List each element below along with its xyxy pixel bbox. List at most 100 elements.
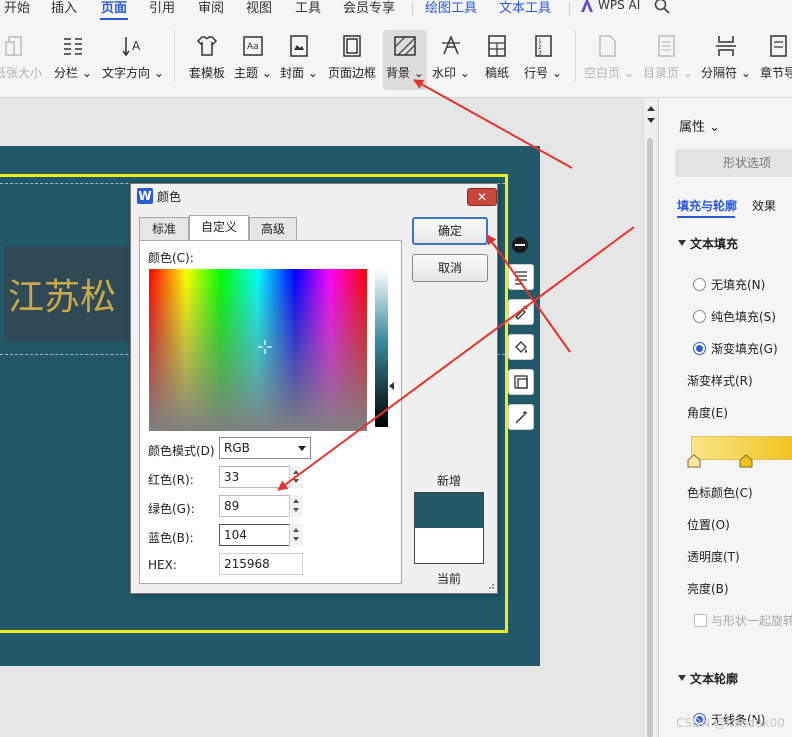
shape-style-button[interactable]	[508, 299, 534, 325]
page-border-button[interactable]: 页面边框	[326, 30, 378, 90]
brush-icon	[515, 305, 528, 320]
angle-label: 角度(E)	[687, 406, 728, 420]
no-fill-radio[interactable]	[693, 278, 706, 291]
columns-button[interactable]: 分栏 ⌄	[52, 30, 94, 90]
menu-tab-member[interactable]: 会员专享	[343, 0, 395, 16]
blue-label: 蓝色(B):	[148, 531, 194, 545]
text-direction-label: 文字方向 ⌄	[102, 66, 164, 80]
svg-text:A: A	[132, 39, 141, 53]
magic-wand-icon	[515, 410, 528, 424]
scroll-down-icon[interactable]	[647, 118, 655, 123]
tab-fill-outline[interactable]: 填充与轮廓	[677, 197, 737, 214]
wps-ai-icon[interactable]	[580, 0, 594, 13]
panel-title[interactable]: 属性 ⌄	[679, 116, 720, 135]
tab-effects[interactable]: 效果	[752, 197, 776, 214]
template-label: 套模板	[188, 66, 225, 80]
theme-button[interactable]: Aa 主题 ⌄	[234, 30, 272, 90]
close-button[interactable]: ✕	[467, 188, 497, 206]
layout-options-button[interactable]	[508, 264, 534, 290]
line-number-label: 行号 ⌄	[524, 66, 562, 80]
toc-page-label: 目录页 ⌄	[643, 66, 693, 80]
gradient-fill-radio[interactable]	[693, 342, 706, 355]
red-stepper[interactable]	[289, 466, 303, 488]
section-text-fill[interactable]: 文本填充	[690, 235, 738, 252]
color-label: 颜色(C):	[148, 251, 194, 265]
collapse-icon[interactable]	[512, 237, 528, 253]
menu-tab-insert[interactable]: 插入	[51, 0, 77, 16]
paper-size-button[interactable]: 纸张大小	[0, 30, 43, 90]
menu-wps-ai[interactable]: WPS AI	[598, 0, 640, 12]
paper-size-label: 纸张大小	[0, 66, 43, 80]
new-color-label: 新增	[437, 474, 462, 488]
tab-custom[interactable]: 自定义	[189, 215, 249, 241]
menu-tab-reference[interactable]: 引用	[149, 0, 175, 16]
line-number-button[interactable]: 123 行号 ⌄	[524, 30, 562, 90]
manuscript-button[interactable]: 稿纸	[480, 30, 514, 90]
blue-stepper[interactable]	[289, 524, 303, 546]
hex-input[interactable]: 215968	[219, 553, 303, 575]
fill-button[interactable]	[508, 334, 534, 360]
columns-label: 分栏 ⌄	[54, 66, 92, 80]
rotate-with-shape-checkbox[interactable]	[694, 614, 707, 627]
menu-tab-tools[interactable]: 工具	[295, 0, 321, 16]
shape-options-tab[interactable]: 形状选项	[675, 149, 792, 177]
luminance-slider[interactable]	[375, 269, 388, 427]
text-direction-button[interactable]: A 文字方向 ⌄	[101, 30, 165, 90]
dialog-title-bar[interactable]: W 颜色 ✕	[133, 186, 497, 208]
separator-label: 分隔符 ⌄	[701, 66, 751, 80]
blank-page-button[interactable]: 空白页 ⌄	[584, 30, 634, 90]
section-button[interactable]: 章节导	[758, 30, 792, 90]
theme-label: 主题 ⌄	[234, 66, 272, 80]
crosshair-icon[interactable]	[258, 340, 272, 354]
scrollbar-thumb[interactable]	[647, 138, 653, 737]
color-mode-label: 颜色模式(D)	[148, 444, 215, 458]
solid-fill-radio[interactable]	[693, 310, 706, 323]
current-color-label: 当前	[437, 572, 462, 586]
cancel-button[interactable]: 取消	[412, 254, 488, 282]
blank-page-icon	[599, 35, 616, 57]
expand-triangle-icon[interactable]	[678, 675, 686, 681]
luminance-pointer-icon[interactable]	[389, 382, 394, 390]
svg-text:3: 3	[538, 50, 542, 57]
template-button[interactable]: 套模板	[186, 30, 228, 90]
background-icon	[394, 36, 416, 56]
theme-icon: Aa	[243, 36, 263, 56]
menu-tab-view[interactable]: 视图	[246, 0, 272, 16]
expand-triangle-icon[interactable]	[678, 240, 686, 246]
outline-button[interactable]	[508, 369, 534, 395]
cover-button[interactable]: 封面 ⌄	[280, 30, 318, 90]
ribbon-divider	[575, 30, 576, 82]
toc-page-button[interactable]: 目录页 ⌄	[643, 30, 693, 90]
vertical-scrollbar[interactable]	[643, 98, 657, 737]
background-button[interactable]: 背景 ⌄	[383, 30, 427, 90]
watermark-text: CSDN @kaoduk00	[676, 716, 785, 730]
green-stepper[interactable]	[289, 495, 303, 517]
separator-button[interactable]: 分隔符 ⌄	[701, 30, 751, 90]
green-label: 绿色(G):	[148, 502, 195, 516]
menu-tab-start[interactable]: 开始	[4, 0, 30, 16]
text-box-content: 江苏松	[8, 277, 117, 318]
resize-grip-icon[interactable]	[485, 580, 495, 590]
menu-tab-drawing-tools[interactable]: 绘图工具	[425, 0, 477, 16]
watermark-button[interactable]: 水印 ⌄	[432, 30, 470, 90]
gradient-stop-handle[interactable]	[739, 454, 753, 468]
toc-page-icon	[658, 35, 675, 57]
menu-tab-page[interactable]: 页面	[101, 0, 127, 16]
ok-button[interactable]: 确定	[412, 217, 488, 245]
gradient-style-label: 渐变样式(R)	[687, 374, 753, 388]
text-wrap-icon	[515, 271, 527, 285]
svg-text:Aa: Aa	[247, 42, 259, 52]
cover-label: 封面 ⌄	[280, 66, 318, 80]
section-text-outline[interactable]: 文本轮廓	[690, 670, 738, 687]
chevron-down-icon[interactable]	[298, 446, 306, 451]
menu-tab-text-tools[interactable]: 文本工具	[499, 0, 551, 16]
tab-advanced[interactable]: 高级	[249, 217, 297, 240]
menu-tab-review[interactable]: 审阅	[198, 0, 224, 16]
scroll-up-icon[interactable]	[647, 106, 655, 111]
search-icon[interactable]	[654, 0, 670, 14]
gradient-stop-handle[interactable]	[687, 454, 701, 468]
tab-standard[interactable]: 标准	[139, 217, 189, 240]
property-panel: 属性 ⌄ 形状选项 填充与轮廓 效果 文本填充 无填充(N) 纯色填充(S) 渐…	[658, 98, 792, 737]
new-color-swatch	[415, 493, 483, 528]
effects-button[interactable]	[508, 404, 534, 430]
